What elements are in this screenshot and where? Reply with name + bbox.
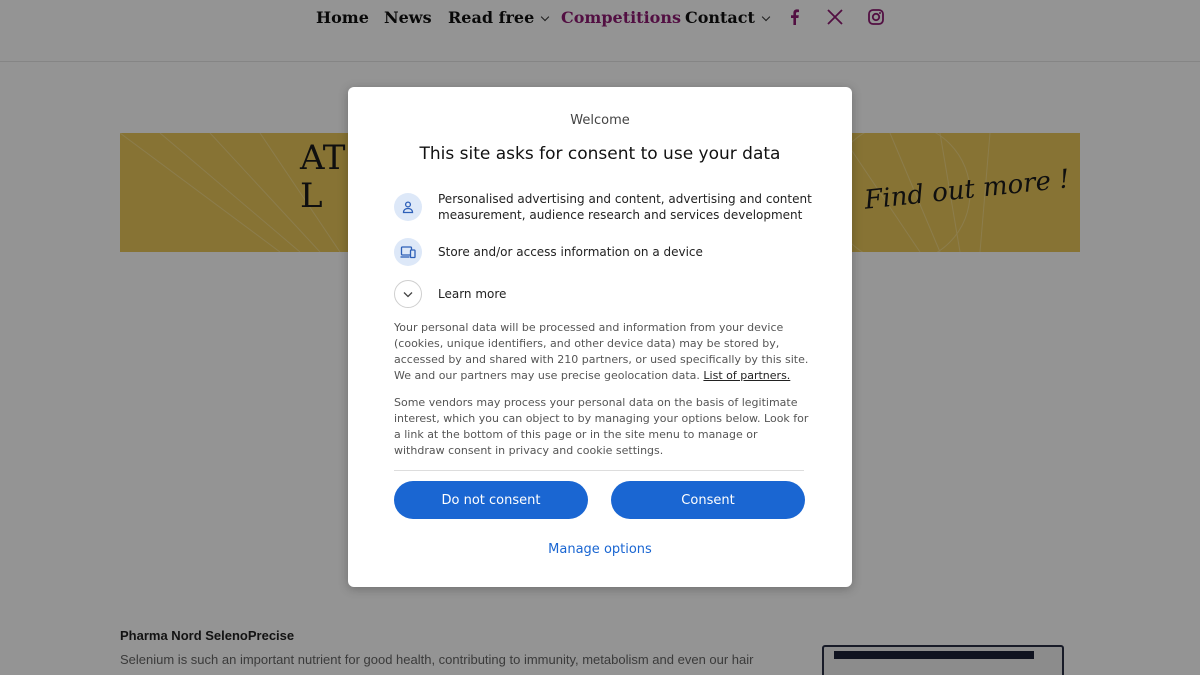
do-not-consent-button[interactable]: Do not consent	[394, 481, 588, 519]
dialog-headline: This site asks for consent to use your d…	[419, 144, 781, 164]
consent-button[interactable]: Consent	[611, 481, 805, 519]
consent-paragraph-2: Some vendors may process your personal d…	[394, 396, 809, 457]
chevron-down-icon[interactable]	[394, 280, 422, 308]
person-icon	[394, 193, 422, 221]
purpose-store-access: Store and/or access information on a dev…	[394, 238, 703, 266]
divider	[394, 470, 804, 471]
list-of-partners-link[interactable]: List of partners.	[703, 369, 790, 382]
purpose-personalised-ads: Personalised advertising and content, ad…	[394, 191, 818, 223]
dialog-welcome: Welcome	[570, 113, 630, 128]
consent-paragraph-1: Your personal data will be processed and…	[394, 320, 810, 384]
learn-more-label[interactable]: Learn more	[438, 286, 506, 302]
consent-dialog: Welcome This site asks for consent to us…	[348, 87, 852, 587]
manage-options-link[interactable]: Manage options	[348, 542, 852, 557]
purpose-text: Store and/or access information on a dev…	[438, 245, 703, 259]
devices-icon	[394, 238, 422, 266]
learn-more-toggle[interactable]: Learn more	[394, 280, 506, 308]
purpose-text: Personalised advertising and content, ad…	[438, 192, 812, 222]
